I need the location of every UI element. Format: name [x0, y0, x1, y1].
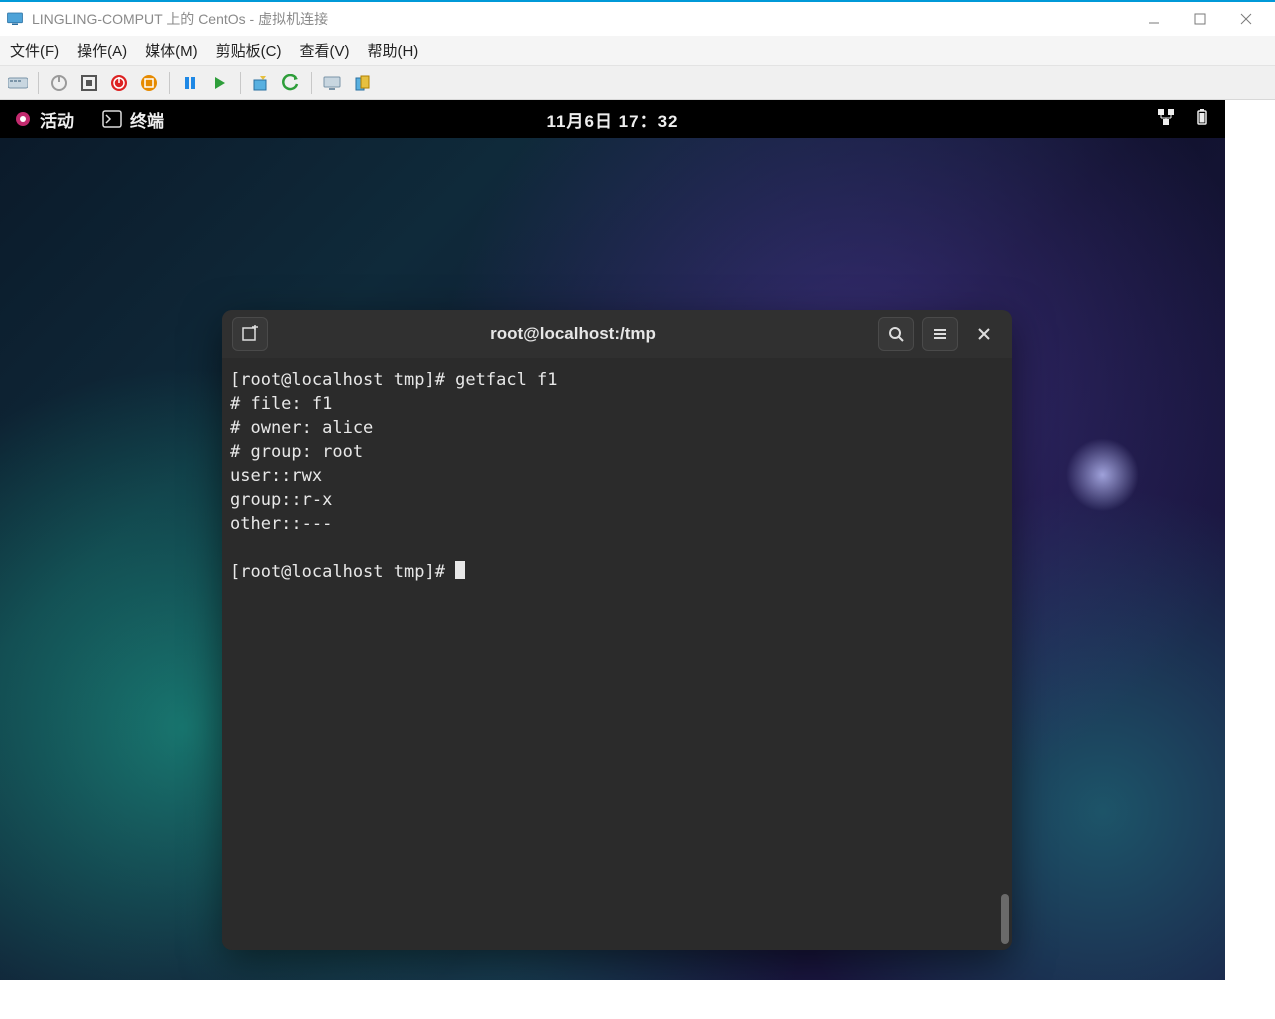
activities-label: 活动 [40, 107, 74, 132]
share-icon[interactable] [350, 71, 374, 95]
enhanced-session-icon[interactable] [320, 71, 344, 95]
hypervisor-toolbar [0, 66, 1275, 100]
terminal-line: # owner: alice [230, 418, 373, 438]
guest-display[interactable]: 活动 终端 11月6日 17：32 root@localhost:/tmp [0, 100, 1225, 980]
terminal-line: group::r-x [230, 490, 332, 510]
ctrl-alt-del-icon[interactable] [6, 71, 30, 95]
save-icon[interactable] [137, 71, 161, 95]
menu-media[interactable]: 媒体(M) [145, 40, 198, 61]
terminal-title: root@localhost:/tmp [276, 324, 870, 344]
terminal-window: root@localhost:/tmp [root@localhost tmp]… [222, 310, 1012, 950]
network-icon[interactable] [1157, 108, 1175, 131]
app-menu[interactable]: 终端 [102, 107, 164, 132]
terminal-line: other::--- [230, 514, 332, 534]
host-background-bottom [0, 980, 1275, 1019]
menu-action[interactable]: 操作(A) [77, 40, 127, 61]
window-title: LINGLING-COMPUT 上的 CentOs - 虚拟机连接 [32, 9, 1131, 29]
maximize-button[interactable] [1177, 4, 1223, 34]
reset-icon[interactable] [208, 71, 232, 95]
terminal-line: user::rwx [230, 466, 322, 486]
start-icon[interactable] [47, 71, 71, 95]
terminal-headerbar[interactable]: root@localhost:/tmp [222, 310, 1012, 358]
host-background-right [1225, 100, 1275, 1019]
menu-button[interactable] [922, 317, 958, 351]
battery-icon[interactable] [1193, 108, 1211, 131]
close-window-button[interactable] [966, 317, 1002, 351]
revert-icon[interactable] [279, 71, 303, 95]
activities-button[interactable]: 活动 [14, 107, 74, 132]
terminal-line: [root@localhost tmp]# getfacl f1 [230, 370, 558, 390]
terminal-line: # file: f1 [230, 394, 332, 414]
hypervisor-titlebar: LINGLING-COMPUT 上的 CentOs - 虚拟机连接 [0, 0, 1275, 36]
checkpoint-icon[interactable] [249, 71, 273, 95]
turnoff-icon[interactable] [77, 71, 101, 95]
vm-monitor-icon [6, 10, 24, 28]
terminal-content[interactable]: [root@localhost tmp]# getfacl f1 # file:… [222, 358, 1012, 950]
search-button[interactable] [878, 317, 914, 351]
app-menu-label: 终端 [130, 107, 164, 132]
menu-file[interactable]: 文件(F) [10, 40, 59, 61]
cursor-icon [455, 561, 465, 579]
pause-icon[interactable] [178, 71, 202, 95]
terminal-line: # group: root [230, 442, 363, 462]
new-tab-button[interactable] [232, 317, 268, 351]
close-button[interactable] [1223, 4, 1269, 34]
minimize-button[interactable] [1131, 4, 1177, 34]
menu-view[interactable]: 查看(V) [299, 40, 349, 61]
terminal-scrollbar[interactable] [1001, 894, 1009, 944]
hypervisor-menubar: 文件(F) 操作(A) 媒体(M) 剪贴板(C) 查看(V) 帮助(H) [0, 36, 1275, 66]
menu-clipboard[interactable]: 剪贴板(C) [216, 40, 282, 61]
clock[interactable]: 11月6日 17：32 [0, 107, 1225, 132]
menu-help[interactable]: 帮助(H) [367, 40, 418, 61]
gnome-topbar: 活动 终端 11月6日 17：32 [0, 100, 1225, 138]
terminal-prompt: [root@localhost tmp]# [230, 562, 455, 582]
shutdown-icon[interactable] [107, 71, 131, 95]
